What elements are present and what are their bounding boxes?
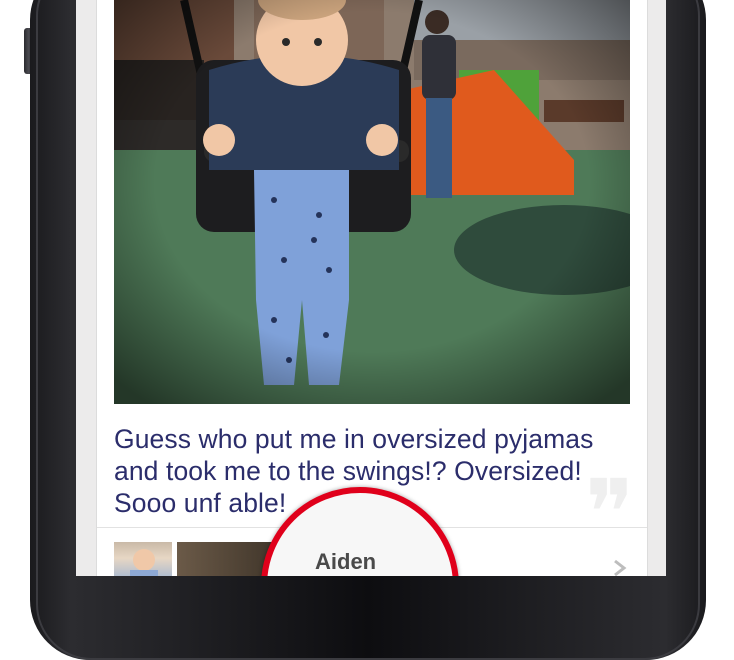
author-avatar[interactable]: [114, 542, 172, 576]
author-name[interactable]: Aiden: [315, 549, 376, 575]
caption-line: and took me to the swings!? Oversized!: [114, 456, 582, 486]
photo-illustration: [114, 0, 630, 404]
caption-line: Guess who put me in oversized pyjamas: [114, 424, 594, 454]
avatar-image: [130, 549, 158, 576]
phone-screen: Guess who put me in oversized pyjamas an…: [76, 0, 666, 576]
chevron-right-icon[interactable]: [609, 558, 629, 576]
quote-icon: ❞: [585, 460, 635, 567]
post-photo[interactable]: [114, 0, 630, 404]
